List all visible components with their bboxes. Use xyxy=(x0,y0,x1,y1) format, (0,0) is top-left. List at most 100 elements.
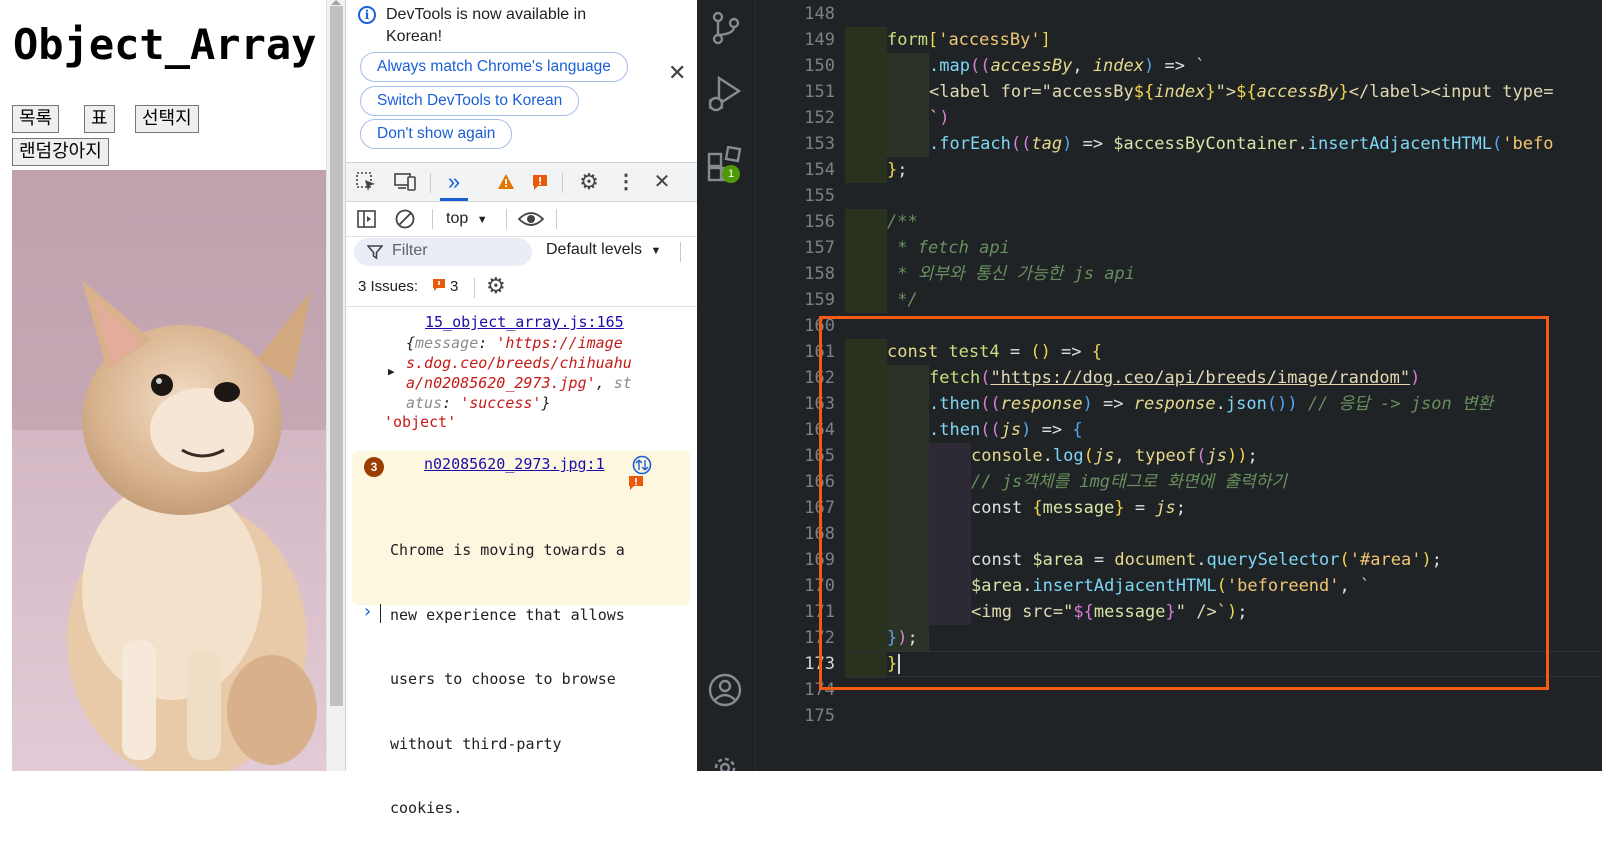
object-line: a/n02085620_2973.jpg', st xyxy=(406,374,632,392)
log-type-value: 'object' xyxy=(384,413,457,431)
line-number: 152 xyxy=(804,108,835,128)
third-party-cookie-warning: 3 n02085620_2973.jpg:1 Chrome is moving … xyxy=(352,451,690,817)
manage-gear-icon[interactable] xyxy=(707,750,743,771)
table-button[interactable]: 표 xyxy=(84,105,115,133)
code-line-154: }; xyxy=(887,160,908,180)
indent-guide xyxy=(887,53,929,157)
devtools-tabbar: » ⚙ ⋮ ✕ xyxy=(346,163,698,202)
expand-triangle-icon[interactable]: ▶ xyxy=(388,365,395,378)
code-line-159: */ xyxy=(887,290,918,310)
browser-page: Object_Array 목록 표 선택지 랜덤강아지 xyxy=(0,0,326,771)
extensions-badge: 1 xyxy=(722,165,740,183)
object-line: s.dog.ceo/breeds/chihuahu xyxy=(406,354,632,372)
console-prompt-icon: › xyxy=(362,601,373,622)
line-number: 175 xyxy=(804,706,835,726)
language-infobar: i DevTools is now available in Korean! A… xyxy=(346,0,698,163)
highlight-annotation-box xyxy=(819,316,1549,690)
console-toolbar: top ▼ xyxy=(346,202,698,237)
dropdown-caret-icon: ▼ xyxy=(476,214,488,226)
devtools-panel: i DevTools is now available in Korean! A… xyxy=(345,0,698,817)
filter-placeholder: Filter xyxy=(392,242,428,259)
log-levels-label: Default levels xyxy=(546,241,643,258)
dont-show-button[interactable]: Don't show again xyxy=(360,119,513,149)
indent-guide xyxy=(845,209,887,313)
indent-guide xyxy=(845,27,887,183)
active-tab-indicator xyxy=(440,198,468,201)
list-button[interactable]: 목록 xyxy=(12,105,60,133)
line-number: 158 xyxy=(804,264,835,284)
scroll-up-arrow-icon[interactable] xyxy=(331,0,341,5)
match-language-button[interactable]: Always match Chrome's language xyxy=(360,52,628,82)
line-number: 148 xyxy=(804,4,835,24)
inspect-element-icon[interactable] xyxy=(356,172,378,192)
scroll-thumb[interactable] xyxy=(330,6,343,706)
page-title: Object_Array xyxy=(13,20,317,69)
kebab-menu-icon[interactable]: ⋮ xyxy=(616,163,636,201)
line-number: 156 xyxy=(804,212,835,232)
issues-count[interactable]: 3 xyxy=(450,278,458,295)
object-line: atus: 'success'} xyxy=(406,394,551,412)
warning-count-badge: 3 xyxy=(364,457,384,477)
warning-line: Chrome is moving towards a xyxy=(390,541,625,559)
log-levels-dropdown[interactable]: Default levels ▼ xyxy=(546,241,661,259)
source-control-icon[interactable] xyxy=(709,10,743,46)
line-number: 154 xyxy=(804,160,835,180)
code-line-158: * 외부와 통신 가능한 js api xyxy=(887,264,1135,284)
code-line-151: <label for="accessBy${index}">${accessBy… xyxy=(929,82,1554,102)
warning-source-link[interactable]: n02085620_2973.jpg:1 xyxy=(424,455,605,473)
log-source-link[interactable]: 15_object_array.js:165 xyxy=(425,313,624,331)
line-number: 155 xyxy=(804,186,835,206)
line-number: 149 xyxy=(804,30,835,50)
issue-flag-icon[interactable] xyxy=(432,278,446,292)
activity-bar: 1 xyxy=(697,0,756,771)
network-request-icon[interactable] xyxy=(632,455,652,475)
live-expression-eye-icon[interactable] xyxy=(518,209,544,229)
settings-gear-icon[interactable]: ⚙ xyxy=(576,163,602,201)
close-devtools-icon[interactable]: ✕ xyxy=(651,163,673,201)
line-number: 151 xyxy=(804,82,835,102)
choices-button[interactable]: 선택지 xyxy=(135,105,199,133)
line-number: 159 xyxy=(804,290,835,310)
warning-line: without third-party xyxy=(390,734,562,753)
issues-label: 3 Issues: xyxy=(358,278,419,295)
account-icon[interactable] xyxy=(707,672,743,708)
close-icon[interactable]: ✕ xyxy=(668,62,686,84)
line-number: 157 xyxy=(804,238,835,258)
line-number: 153 xyxy=(804,134,835,154)
switch-korean-button[interactable]: Switch DevTools to Korean xyxy=(360,86,580,116)
warning-line: new experience that allows xyxy=(390,605,625,624)
run-debug-icon[interactable] xyxy=(707,74,743,114)
filter-input[interactable]: Filter xyxy=(354,238,532,266)
object-line: {message: 'https://image xyxy=(406,334,623,352)
code-editor: 1 148 149 150 151 152 153 154 155 156 15… xyxy=(697,0,1602,771)
console-input-caret[interactable] xyxy=(380,604,381,623)
clear-console-icon[interactable] xyxy=(394,208,416,230)
warning-message: Chrome is moving towards a new experienc… xyxy=(390,497,625,863)
chihuahua-photo xyxy=(12,170,326,771)
dropdown-caret-icon: ▼ xyxy=(650,245,662,257)
sidebar-toggle-icon[interactable] xyxy=(356,208,378,230)
line-number: 150 xyxy=(804,56,835,76)
issue-flag-icon[interactable] xyxy=(628,475,644,491)
logged-object[interactable]: {message: 'https://image s.dog.ceo/breed… xyxy=(406,333,632,413)
code-line-157: * fetch api xyxy=(887,238,1010,258)
code-line-152: `) xyxy=(929,108,950,128)
context-selector[interactable]: top ▼ xyxy=(446,208,488,231)
console-settings-gear-icon[interactable]: ⚙ xyxy=(486,273,506,299)
code-line-156: /** xyxy=(887,212,918,232)
infobar-message: DevTools is now available in Korean! xyxy=(386,6,587,45)
code-line-149: form['accessBy'] xyxy=(887,30,1051,50)
page-scrollbar[interactable] xyxy=(326,0,346,771)
warning-line: cookies. xyxy=(390,799,463,817)
more-tabs-chevron-icon[interactable]: » xyxy=(440,163,468,201)
random-dog-button[interactable]: 랜덤강아지 xyxy=(12,138,109,166)
filter-row: Filter Default levels ▼ xyxy=(346,236,698,268)
context-label: top xyxy=(446,210,469,227)
warning-icon[interactable] xyxy=(497,173,515,191)
issue-flag-icon[interactable] xyxy=(531,173,549,191)
info-icon: i xyxy=(358,6,376,24)
device-toolbar-icon[interactable] xyxy=(394,171,418,193)
random-dog-image xyxy=(12,170,326,771)
warning-line: users to choose to browse xyxy=(390,670,616,688)
code-line-150: .map((accessBy, index) => ` xyxy=(929,56,1206,76)
